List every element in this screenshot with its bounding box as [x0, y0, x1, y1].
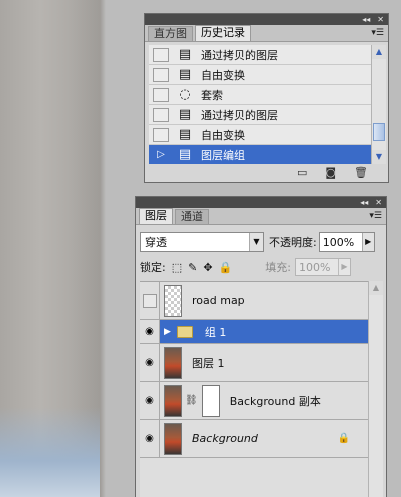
blend-mode-select[interactable]: 穿透 ▼	[140, 232, 264, 252]
fill-value: 100%	[298, 260, 331, 274]
history-item-label: 自由变换	[201, 128, 245, 142]
lock-transparency-icon[interactable]: ⬚	[172, 261, 182, 274]
history-item[interactable]: ◌ 套索	[149, 85, 371, 105]
layer-row[interactable]: ◉ ⛓ Background 副本	[140, 382, 368, 420]
history-item-label: 自由变换	[201, 68, 245, 82]
new-document-from-state-icon[interactable]: ▭	[297, 166, 307, 179]
panel-tabs: 直方图 历史记录 ▾☰	[145, 25, 388, 42]
eye-icon[interactable]: ◉	[140, 344, 160, 381]
fill-label: 填充:	[265, 261, 291, 274]
close-icon[interactable]: ✕	[377, 14, 384, 25]
tab-history[interactable]: 历史记录	[195, 25, 251, 41]
lasso-icon: ◌	[179, 86, 191, 102]
layer-thumbnail	[164, 384, 182, 417]
lock-icon: 🔒	[337, 433, 350, 444]
layer-name: 组 1	[204, 325, 227, 339]
close-icon[interactable]: ✕	[375, 197, 382, 208]
history-item-active[interactable]: ▷ ▤ 图层编组	[149, 145, 371, 164]
chevron-down-icon[interactable]: ▼	[249, 233, 263, 251]
layer-name: road map	[192, 294, 245, 307]
lock-image-brush-icon[interactable]: ✎	[188, 261, 197, 274]
lock-position-move-icon[interactable]: ✥	[203, 261, 212, 274]
blend-mode-value: 穿透	[145, 236, 167, 249]
link-chain-icon[interactable]: ⛓	[185, 395, 198, 406]
history-item-label: 套索	[201, 88, 223, 102]
layer-list: road map ◉ ▶ 组 1 ◉ 图层 1 ◉ ⛓ Background 副…	[140, 281, 368, 497]
visibility-off-box	[142, 293, 157, 308]
canvas-photo-background	[0, 0, 100, 497]
layer-thumbnail	[164, 284, 182, 317]
layer-mask-thumbnail[interactable]	[201, 384, 220, 417]
chevron-right-icon[interactable]: ▶	[361, 233, 374, 251]
history-step-icon: ▤	[178, 126, 192, 142]
tab-histogram[interactable]: 直方图	[148, 26, 193, 41]
history-brush-source[interactable]	[153, 127, 169, 142]
collapse-icon[interactable]: ◂◂	[360, 197, 368, 208]
history-item-label: 通过拷贝的图层	[201, 108, 278, 122]
layer-thumbnail	[164, 346, 182, 379]
folder-icon	[176, 325, 193, 338]
layer-name: Background	[192, 432, 258, 445]
tab-channels[interactable]: 通道	[175, 209, 209, 224]
chevron-right-icon[interactable]: ▶	[337, 259, 350, 275]
eye-icon[interactable]: ◉	[140, 320, 160, 343]
history-step-icon: ▤	[178, 66, 192, 82]
scroll-thumb[interactable]	[373, 123, 385, 141]
layer-row[interactable]: road map	[140, 282, 368, 320]
history-step-icon: ▤	[178, 106, 192, 122]
opacity-value: 100%	[322, 235, 355, 249]
history-brush-source[interactable]	[153, 67, 169, 82]
layer-name: 图层 1	[192, 356, 225, 370]
history-brush-source[interactable]	[153, 107, 169, 122]
tab-layers[interactable]: 图层	[139, 208, 173, 224]
scroll-down-icon[interactable]: ▼	[372, 150, 386, 164]
history-item[interactable]: ▤ 通过拷贝的图层	[149, 105, 371, 125]
camera-snapshot-icon[interactable]: ◙	[325, 166, 336, 179]
panel-tabs: 图层 通道 ▾☰	[136, 208, 386, 225]
panel-menu-icon[interactable]: ▾☰	[371, 28, 384, 38]
layer-thumbnail	[164, 422, 182, 455]
opacity-input[interactable]: 100% ▶	[318, 232, 375, 252]
history-item-label: 通过拷贝的图层	[201, 48, 278, 62]
history-item-label: 图层编组	[201, 148, 245, 162]
history-item[interactable]: ▤ 自由变换	[149, 125, 371, 145]
visibility-toggle[interactable]	[140, 282, 160, 319]
layer-row-group-selected[interactable]: ◉ ▶ 组 1	[140, 320, 368, 344]
layer-controls: 穿透 ▼ 不透明度: 100% ▶	[140, 231, 380, 253]
expand-arrow-icon[interactable]: ▶	[164, 327, 171, 337]
scroll-up-icon[interactable]: ▲	[369, 281, 383, 295]
history-brush-source[interactable]	[153, 87, 169, 102]
panel-titlebar[interactable]: ◂◂ ✕	[136, 197, 386, 208]
history-item[interactable]: ▤ 通过拷贝的图层	[149, 45, 371, 65]
history-step-icon: ▤	[178, 46, 192, 62]
panel-menu-icon[interactable]: ▾☰	[369, 211, 382, 221]
history-state-marker-icon: ▷	[157, 148, 165, 160]
fill-input[interactable]: 100% ▶	[294, 258, 351, 276]
opacity-label: 不透明度:	[269, 236, 317, 249]
trash-icon[interactable]: 🗑	[354, 166, 368, 179]
layer-row[interactable]: ◉ Background 🔒	[140, 420, 368, 458]
history-brush-source[interactable]	[153, 47, 169, 62]
layers-scrollbar[interactable]: ▲	[368, 281, 383, 497]
history-panel: ◂◂ ✕ 直方图 历史记录 ▾☰ ▤ 通过拷贝的图层 ▤ 自由变换 ◌ 套索 ▤…	[144, 13, 389, 183]
history-step-icon: ▤	[178, 146, 192, 162]
lock-label: 锁定:	[140, 261, 166, 274]
history-item[interactable]: ▤ 自由变换	[149, 65, 371, 85]
scroll-up-icon[interactable]: ▲	[372, 45, 386, 59]
layer-name: Background 副本	[229, 394, 321, 408]
history-scrollbar[interactable]: ▲ ▼	[371, 45, 386, 164]
history-footer: ▭ ◙ 🗑	[145, 163, 388, 182]
lock-row: 锁定: ⬚ ✎ ✥ 🔒 填充: 100% ▶	[140, 258, 380, 276]
layer-row[interactable]: ◉ 图层 1	[140, 344, 368, 382]
history-list: ▤ 通过拷贝的图层 ▤ 自由变换 ◌ 套索 ▤ 通过拷贝的图层 ▤ 自由变换 ▷…	[149, 45, 371, 164]
layers-panel: ◂◂ ✕ 图层 通道 ▾☰ 穿透 ▼ 不透明度: 100% ▶ 锁定: ⬚ ✎ …	[135, 196, 387, 497]
lock-all-icon[interactable]: 🔒	[219, 261, 233, 274]
eye-icon[interactable]: ◉	[140, 382, 160, 419]
eye-icon[interactable]: ◉	[140, 420, 160, 457]
collapse-icon[interactable]: ◂◂	[362, 14, 370, 25]
panel-titlebar[interactable]: ◂◂ ✕	[145, 14, 388, 25]
